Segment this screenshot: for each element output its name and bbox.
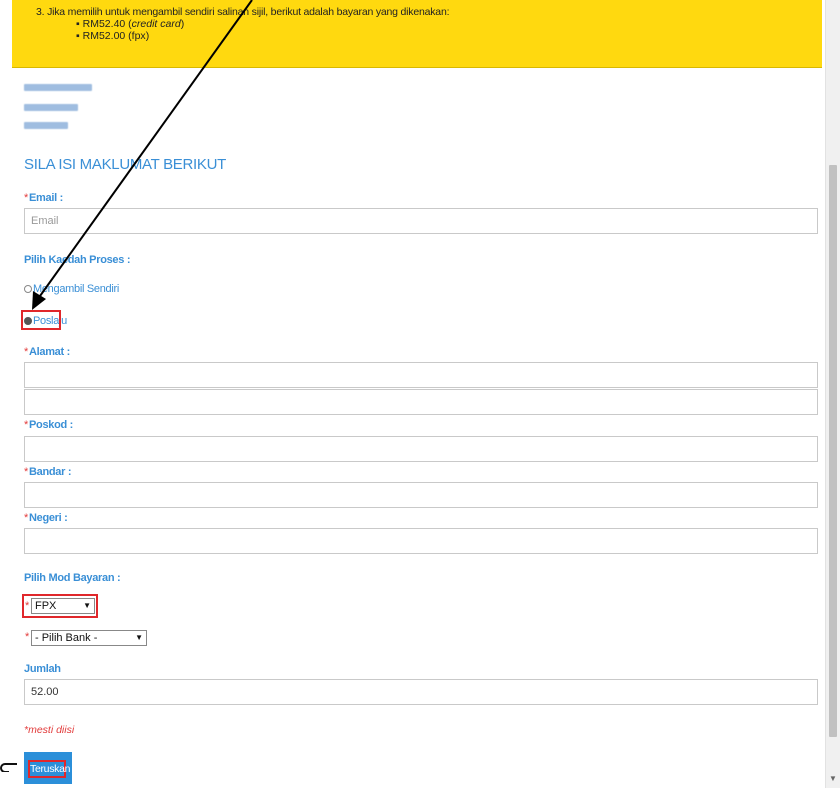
continue-button[interactable]: Teruskan bbox=[24, 752, 72, 784]
total-label: Jumlah bbox=[24, 663, 61, 675]
continue-button-label: Teruskan bbox=[28, 760, 71, 778]
pointer-hook-icon bbox=[0, 763, 17, 772]
fee-notice: 3. Jika memilih untuk mengambil sendiri … bbox=[12, 0, 822, 68]
address-line-1[interactable] bbox=[24, 362, 818, 388]
city-field[interactable] bbox=[24, 482, 818, 508]
chevron-down-icon: ▼ bbox=[83, 601, 91, 610]
postcode-field[interactable] bbox=[24, 436, 818, 462]
state-label: *Negeri : bbox=[24, 512, 68, 524]
scroll-down-icon[interactable]: ▼ bbox=[829, 774, 837, 783]
highlight-box bbox=[21, 310, 61, 330]
scrollbar[interactable]: ▼ bbox=[825, 0, 840, 788]
fee-amount: RM52.40 bbox=[82, 18, 126, 30]
redacted-info-line bbox=[24, 84, 92, 91]
payment-mode-value: FPX bbox=[35, 600, 57, 612]
fee-credit-card: ▪ RM52.40 (credit card) bbox=[76, 18, 185, 30]
bank-select[interactable]: - Pilih Bank - ▼ bbox=[31, 630, 147, 646]
bank-select-value: - Pilih Bank - bbox=[35, 632, 98, 644]
section-title: SILA ISI MAKLUMAT BERIKUT bbox=[24, 156, 227, 173]
required-mark: * bbox=[25, 631, 30, 643]
notice-text: 3. Jika memilih untuk mengambil sendiri … bbox=[36, 6, 450, 18]
radio-self-pickup[interactable]: Mengambil Sendiri bbox=[24, 283, 119, 295]
required-mark: * bbox=[25, 600, 30, 612]
postcode-label: *Poskod : bbox=[24, 419, 74, 431]
city-label: *Bandar : bbox=[24, 466, 72, 478]
scrollbar-thumb[interactable] bbox=[829, 165, 837, 737]
chevron-down-icon: ▼ bbox=[135, 633, 143, 642]
email-field[interactable] bbox=[24, 208, 818, 234]
total-field bbox=[24, 679, 818, 705]
radio-button[interactable] bbox=[24, 285, 32, 294]
fee-method: credit card bbox=[131, 18, 181, 30]
address-label: *Alamat : bbox=[24, 346, 70, 358]
pickup-method-label: Pilih Kaedah Proses : bbox=[24, 254, 131, 266]
mandatory-note: *mesti diisi bbox=[24, 724, 75, 736]
redacted-info-line bbox=[24, 122, 68, 129]
email-label: *Email : bbox=[24, 192, 63, 204]
fee-amount: RM52.00 bbox=[82, 30, 126, 42]
fee-fpx: ▪ RM52.00 (fpx) bbox=[76, 30, 150, 42]
payment-mode-label: Pilih Mod Bayaran : bbox=[24, 572, 121, 584]
fee-method: fpx bbox=[131, 30, 146, 42]
state-field[interactable] bbox=[24, 528, 818, 554]
payment-mode-select[interactable]: FPX ▼ bbox=[31, 598, 95, 614]
redacted-info-line bbox=[24, 104, 78, 111]
address-line-2[interactable] bbox=[24, 389, 818, 415]
